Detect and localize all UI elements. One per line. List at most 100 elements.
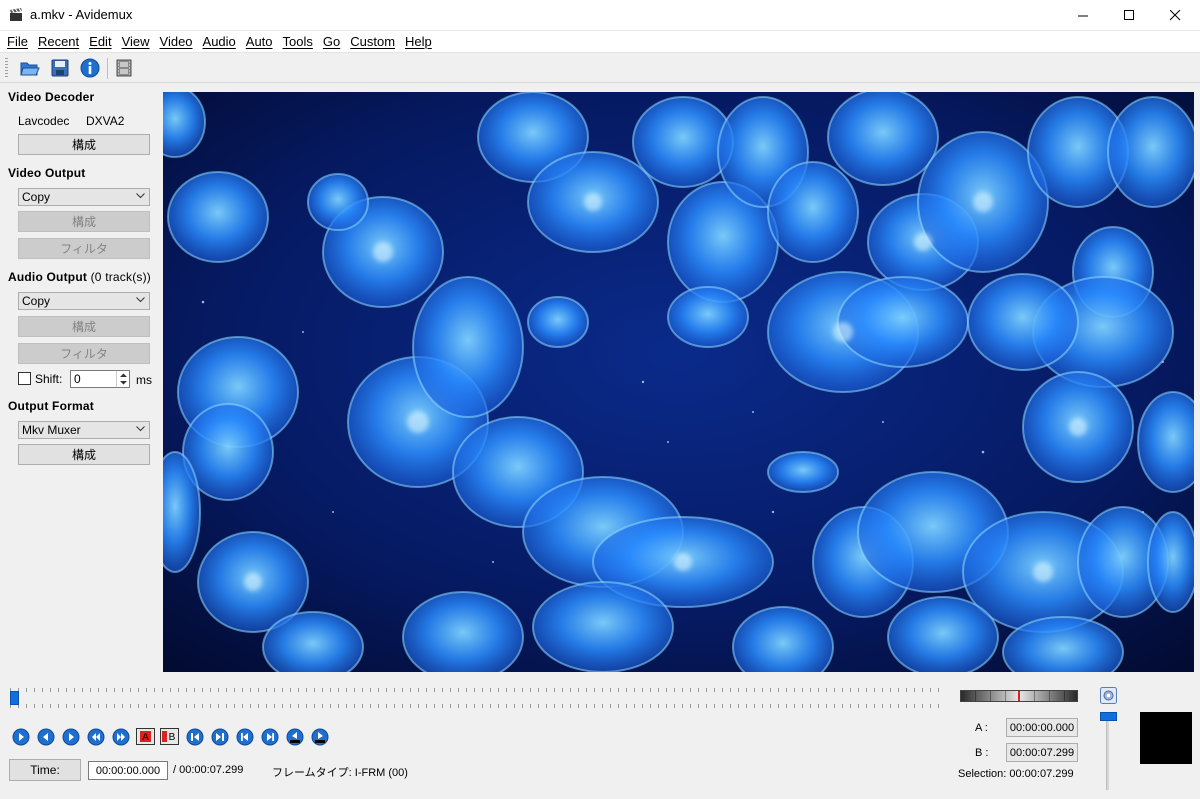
muxer-select[interactable]: Mkv Muxer: [18, 421, 150, 439]
step-forward-icon: [62, 728, 79, 745]
step-back-icon: [37, 728, 54, 745]
play-button[interactable]: [11, 727, 30, 746]
menu-help[interactable]: Help: [400, 34, 437, 49]
next-black-frame-button[interactable]: [310, 727, 329, 746]
volume-button[interactable]: [1100, 687, 1117, 704]
jog-tick: [1064, 691, 1065, 701]
last-frame-button[interactable]: [260, 727, 279, 746]
previous-keyframe-button[interactable]: [86, 727, 105, 746]
shift-spinner[interactable]: [116, 371, 129, 387]
volume-slider-thumb[interactable]: [1100, 712, 1117, 721]
title-bar: a.mkv - Avidemux: [0, 0, 1200, 31]
goto-a-icon: [186, 728, 203, 745]
first-frame-button[interactable]: [235, 727, 254, 746]
next-black-icon: [311, 728, 328, 745]
save-disk-icon: [51, 59, 69, 77]
video-codec-value: Copy: [22, 190, 51, 204]
jog-center-marker: [1018, 691, 1020, 701]
decoder-hw-label: DXVA2: [86, 114, 125, 128]
menu-bar: File Recent Edit View Video Audio Auto T…: [0, 31, 1200, 53]
audio-codec-value: Copy: [22, 294, 51, 308]
chevron-down-icon: [136, 297, 145, 303]
selection-duration: Selection: 00:00:07.299: [958, 768, 1074, 780]
audio-configure-button[interactable]: 構成: [18, 316, 150, 337]
rewind-icon: [87, 728, 104, 745]
goto-marker-b-button[interactable]: [210, 727, 229, 746]
next-frame-button[interactable]: [61, 727, 80, 746]
menu-recent[interactable]: Recent: [33, 34, 84, 49]
film-button[interactable]: [112, 57, 136, 79]
play-icon: [12, 728, 29, 745]
video-decoder-title: Video Decoder: [8, 90, 95, 104]
window-title: a.mkv - Avidemux: [30, 7, 133, 22]
total-time: / 00:00:07.299: [173, 764, 244, 776]
toolbar-grip[interactable]: [5, 58, 8, 79]
shift-checkbox[interactable]: [18, 372, 31, 385]
decoder-configure-button[interactable]: 構成: [18, 134, 150, 155]
time-button[interactable]: Time:: [9, 759, 81, 781]
skip-end-icon: [261, 728, 278, 745]
marker-a-value: 00:00:00.000: [1006, 718, 1078, 737]
marker-b-icon: B: [160, 728, 179, 745]
prev-black-icon: [286, 728, 303, 745]
video-codec-select[interactable]: Copy: [18, 188, 150, 206]
maximize-button[interactable]: [1106, 0, 1152, 31]
muxer-value: Mkv Muxer: [22, 423, 81, 437]
muxer-configure-button[interactable]: 構成: [18, 444, 150, 465]
jog-tick: [990, 691, 991, 701]
timeline-thumb[interactable]: [10, 691, 19, 705]
info-button[interactable]: [78, 57, 102, 79]
audio-codec-select[interactable]: Copy: [18, 292, 150, 310]
marker-b-label: B :: [975, 747, 989, 759]
svg-text:A: A: [142, 732, 149, 743]
audio-filter-button[interactable]: フィルタ: [18, 343, 150, 364]
menu-auto[interactable]: Auto: [241, 34, 278, 49]
menu-custom[interactable]: Custom: [345, 34, 400, 49]
menu-file[interactable]: File: [2, 34, 33, 49]
video-filter-button[interactable]: フィルタ: [18, 238, 150, 259]
fast-forward-icon: [112, 728, 129, 745]
goto-b-icon: [211, 728, 228, 745]
timeline-slider[interactable]: [10, 688, 940, 708]
chevron-down-icon: [136, 193, 145, 199]
jog-tick: [975, 691, 976, 701]
next-keyframe-button[interactable]: [111, 727, 130, 746]
previous-black-frame-button[interactable]: [285, 727, 304, 746]
film-strip-icon: [116, 59, 132, 77]
chevron-down-icon: [136, 426, 145, 432]
jog-shuttle[interactable]: [960, 690, 1078, 702]
save-button[interactable]: [48, 57, 72, 79]
output-format-title: Output Format: [8, 399, 94, 413]
spin-arrows-icon: [120, 373, 127, 385]
toolbar: [0, 54, 1200, 83]
minimize-icon: [1077, 15, 1088, 17]
menu-audio[interactable]: Audio: [198, 34, 241, 49]
menu-edit[interactable]: Edit: [84, 34, 116, 49]
video-output-title: Video Output: [8, 166, 86, 180]
audio-track-count: (0 track(s)): [90, 270, 151, 284]
set-marker-b-button[interactable]: B: [160, 727, 179, 746]
menu-video[interactable]: Video: [155, 34, 198, 49]
menu-view[interactable]: View: [117, 34, 155, 49]
set-marker-a-button[interactable]: A: [136, 727, 155, 746]
timeline-ticks-bottom: [10, 704, 940, 708]
previous-frame-button[interactable]: [36, 727, 55, 746]
close-button[interactable]: [1152, 0, 1198, 31]
marker-a-label: A :: [975, 722, 988, 734]
jog-tick: [1049, 691, 1050, 701]
current-time-field[interactable]: 00:00:00.000: [88, 761, 168, 780]
jog-tick: [1034, 691, 1035, 701]
settings-panel: Video Decoder Lavcodec DXVA2 構成 Video Ou…: [0, 84, 160, 674]
open-folder-icon: [20, 62, 40, 76]
menu-go[interactable]: Go: [318, 34, 345, 49]
audio-output-title: Audio Output (0 track(s)): [8, 270, 151, 284]
open-button[interactable]: [18, 57, 42, 79]
output-preview: [1140, 712, 1192, 764]
menu-tools[interactable]: Tools: [278, 34, 318, 49]
video-configure-button[interactable]: 構成: [18, 211, 150, 232]
volume-slider-track[interactable]: [1106, 714, 1109, 790]
minimize-button[interactable]: [1060, 0, 1106, 31]
svg-text:B: B: [169, 732, 176, 743]
close-icon: [1169, 10, 1180, 21]
goto-marker-a-button[interactable]: [185, 727, 204, 746]
